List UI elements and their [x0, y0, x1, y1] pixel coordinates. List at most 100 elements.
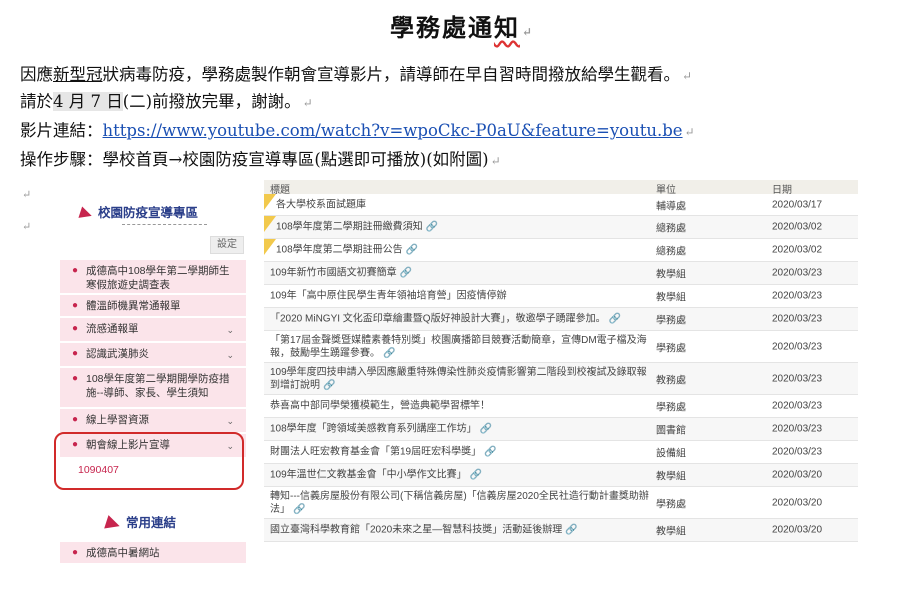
chevron-down-icon[interactable]: ⌄ [226, 348, 234, 362]
chevron-down-icon[interactable]: ⌄ [226, 414, 234, 428]
cell-title[interactable]: 恭喜高中部同學榮獲模範生，營造典範學習標竿！ [270, 400, 650, 413]
divider [122, 224, 207, 225]
video-link-label: 影片連結： [20, 121, 103, 140]
cell-title[interactable]: 各大學校系面試題庫 [270, 198, 656, 211]
cell-date: 2020/03/02 [772, 244, 823, 256]
bullet-icon: ● [72, 300, 79, 311]
cell-date: 2020/03/23 [772, 423, 823, 435]
cell-unit: 輔導處 [656, 201, 686, 212]
announcement-table: 標題 單位 日期 各大學校系面試題庫 輔導處 2020/03/17 108學年度第二學… [264, 180, 858, 542]
attachment-icon: 🔗 [484, 446, 497, 458]
cell-title[interactable]: 108學年度第二學期註冊公告 🔗 [270, 244, 656, 257]
sidebar-screenshot: 校園防疫宣導專區 設定 ● 成德高中108學年第二學期師生寒假旅遊史調查表 ● 體溫… [54, 182, 246, 592]
sidebar-item[interactable]: ● 成德高中暑網站 [60, 542, 246, 564]
table-row[interactable]: 109學年度四技申請入學因應嚴重特殊傳染性肺炎疫情影響第二階段到校複試及錄取報到… [264, 363, 858, 395]
title-last-char: 知 [493, 13, 520, 42]
paragraph-mark: ↵ [684, 125, 695, 139]
cell-date: 2020/03/23 [772, 267, 823, 279]
bullet-icon: ● [72, 323, 79, 334]
deadline-date: 4 月 7 日 [53, 92, 123, 111]
notice-line-3: 影片連結：https://www.youtube.com/watch?v=wpo… [20, 118, 695, 145]
sidebar-item[interactable]: ● 流感通報單 ⌄ [60, 318, 246, 342]
line1-text-underlined: 新型冠 [53, 65, 103, 84]
cell-date: 2020/03/23 [772, 290, 823, 302]
table-row[interactable]: 109年溫世仁文教基金會「中小學作文比賽」 🔗 教學組 2020/03/20 [264, 464, 858, 487]
sidebar-item-label: 成德高中暑網站 [86, 547, 160, 559]
attachment-icon: 🔗 [383, 347, 396, 359]
cell-title[interactable]: 109年溫世仁文教基金會「中小學作文比賽」 🔗 [270, 469, 650, 482]
table-row[interactable]: 恭喜高中部同學榮獲模範生，營造典範學習標竿！ 學務處 2020/03/23 [264, 395, 858, 418]
table-row[interactable]: 108學年度「跨領域美感教育系列講座工作坊」 🔗 圖書館 2020/03/23 [264, 418, 858, 441]
sidebar-item[interactable]: ● 線上學習資源 ⌄ [60, 409, 246, 433]
row-title-text: 108學年度第二學期註冊公告 [276, 244, 403, 256]
cell-title[interactable]: 國立臺灣科學教育館「2020未來之星—智慧科技獎」活動延後辦理 🔗 [270, 524, 650, 537]
cell-title[interactable]: 「第17屆金聲獎暨媒體素養特別獎」校園廣播節目競賽活動簡章，宣傳DM電子檔及海報… [270, 334, 650, 360]
attachment-icon: 🔗 [479, 423, 493, 435]
cell-unit: 教學組 [656, 526, 686, 538]
cell-date: 2020/03/23 [772, 400, 823, 412]
cell-title[interactable]: 「2020 MiNGYI 文化盃印章繪畫暨Q版好神設計大賽」，敬邀學子踴躍參加。… [270, 313, 650, 326]
table-row[interactable]: 國立臺灣科學教育館「2020未來之星—智慧科技獎」活動延後辦理 🔗 教學組 2020/… [264, 519, 858, 542]
cell-unit: 教務處 [656, 375, 686, 386]
paragraph-mark: ↵ [490, 154, 501, 168]
table-row[interactable]: 109年新竹市國語文初賽簡章 🔗 教學組 2020/03/23 [264, 262, 858, 285]
line2-text-a: 請於 [20, 92, 53, 111]
notice-title: 學務處通知 ↵ [0, 8, 924, 43]
table-row[interactable]: 財團法人旺宏教育基金會「第19屆旺宏科學獎」 🔗 設備組 2020/03/23 [264, 441, 858, 464]
video-link[interactable]: https://www.youtube.com/watch?v=wpoCkc-P… [103, 121, 683, 140]
cell-date: 2020/03/20 [772, 469, 823, 481]
cell-title[interactable]: 財團法人旺宏教育基金會「第19屆旺宏科學獎」 🔗 [270, 446, 650, 459]
cell-title[interactable]: 108學年度「跨領域美感教育系列講座工作坊」 🔗 [270, 423, 650, 436]
table-row[interactable]: 轉知---信義房屋股份有限公司(下稱信義房屋)「信義房屋2020全民社造行動計畫… [264, 487, 858, 519]
cell-unit: 設備組 [656, 448, 686, 460]
cell-title[interactable]: 108學年度第二學期註冊繳費須知 🔗 [270, 221, 656, 234]
table-header: 標題 單位 日期 [264, 180, 858, 196]
sidebar-item[interactable]: ● 認識武漢肺炎 ⌄ [60, 343, 246, 367]
attachment-icon: 🔗 [399, 267, 413, 279]
row-title-text: 財團法人旺宏教育基金會「第19屆旺宏科學獎」 [270, 446, 482, 458]
table-row[interactable]: 「第17屆金聲獎暨媒體素養特別獎」校園廣播節目競賽活動簡章，宣傳DM電子檔及海報… [264, 331, 858, 363]
table-row[interactable]: 108學年度第二學期註冊繳費須知 🔗 總務處 2020/03/02 [264, 216, 858, 239]
notice-line-4: 操作步驟：學校首頁→校園防疫宣導專區(點選即可播放)(如附圖) ↵ [20, 147, 501, 174]
row-title-text: 「第17屆金聲獎暨媒體素養特別獎」校園廣播節目競賽活動簡章，宣傳DM電子檔及海報… [270, 334, 647, 359]
sidebar-item-label: 流感通報單 [86, 323, 139, 335]
cell-title[interactable]: 109年新竹市國語文初賽簡章 🔗 [270, 267, 650, 280]
sidebar-item-label: 線上學習資源 [86, 414, 149, 426]
chevron-down-icon[interactable]: ⌄ [226, 323, 234, 337]
row-title-text: 各大學校系面試題庫 [276, 199, 366, 210]
row-title-text: 108學年度第二學期註冊繳費須知 [276, 221, 423, 233]
title-main: 學務處通 [389, 13, 494, 42]
table-row[interactable]: 「2020 MiNGYI 文化盃印章繪畫暨Q版好神設計大賽」，敬邀學子踴躍參加。… [264, 308, 858, 331]
bullet-icon: ● [72, 547, 79, 558]
row-title-text: 109年新竹市國語文初賽簡章 [270, 267, 397, 279]
cell-date: 2020/03/02 [772, 221, 823, 233]
paragraph-mark: ↵ [22, 220, 32, 233]
bullet-icon: ● [72, 348, 79, 359]
cell-title[interactable]: 109年「高中原住民學生青年領袖培育營」因疫情停辦 [270, 290, 650, 303]
sidebar-item[interactable]: ● 體溫師機異常通報單 [60, 295, 246, 317]
sidebar-item-label: 108學年度第二學期開學防疫措施--導師、家長、學生須知 [86, 373, 230, 399]
row-title-text: 109年「高中原住民學生青年領袖培育營」因疫情停辦 [270, 290, 507, 302]
paragraph-mark: ↵ [682, 69, 693, 83]
settings-button[interactable]: 設定 [210, 236, 244, 254]
table-row[interactable]: 108學年度第二學期註冊公告 🔗 總務處 2020/03/02 [264, 239, 858, 262]
row-title-text: 轉知---信義房屋股份有限公司(下稱信義房屋)「信義房屋2020全民社造行動計畫… [270, 490, 649, 515]
cell-title[interactable]: 109學年度四技申請入學因應嚴重特殊傳染性肺炎疫情影響第二階段到校複試及錄取報到… [270, 366, 650, 392]
sidebar-item[interactable]: ● 108學年度第二學期開學防疫措施--導師、家長、學生須知 [60, 368, 246, 408]
cell-unit: 學務處 [656, 343, 686, 354]
row-title-text: 「2020 MiNGYI 文化盃印章繪畫暨Q版好神設計大賽」，敬邀學子踴躍參加。 [270, 313, 606, 325]
cell-date: 2020/03/23 [772, 313, 823, 325]
table-body: 各大學校系面試題庫 輔導處 2020/03/17 108學年度第二學期註冊繳費須知 🔗 總… [264, 194, 858, 542]
cell-unit: 總務處 [656, 246, 686, 258]
cell-unit: 教學組 [656, 471, 686, 483]
notice-line-1: 因應新型冠狀病毒防疫，學務處製作朝會宣導影片，請導師在早自習時間撥放給學生觀看。… [20, 62, 692, 89]
sidebar-item[interactable]: ● 成德高中108學年第二學期師生寒假旅遊史調查表 [60, 260, 246, 294]
table-row[interactable]: 各大學校系面試題庫 輔導處 2020/03/17 [264, 194, 858, 216]
sidebar-header-label: 校園防疫宣導專區 [98, 206, 199, 220]
cell-date: 2020/03/17 [772, 199, 823, 210]
paragraph-mark: ↵ [521, 25, 535, 39]
cell-title[interactable]: 轉知---信義房屋股份有限公司(下稱信義房屋)「信義房屋2020全民社造行動計畫… [270, 490, 650, 516]
attachment-icon: 🔗 [293, 503, 306, 515]
cell-date: 2020/03/23 [772, 341, 823, 352]
table-row[interactable]: 109年「高中原住民學生青年領袖培育營」因疫情停辦 教學組 2020/03/23 [264, 285, 858, 308]
